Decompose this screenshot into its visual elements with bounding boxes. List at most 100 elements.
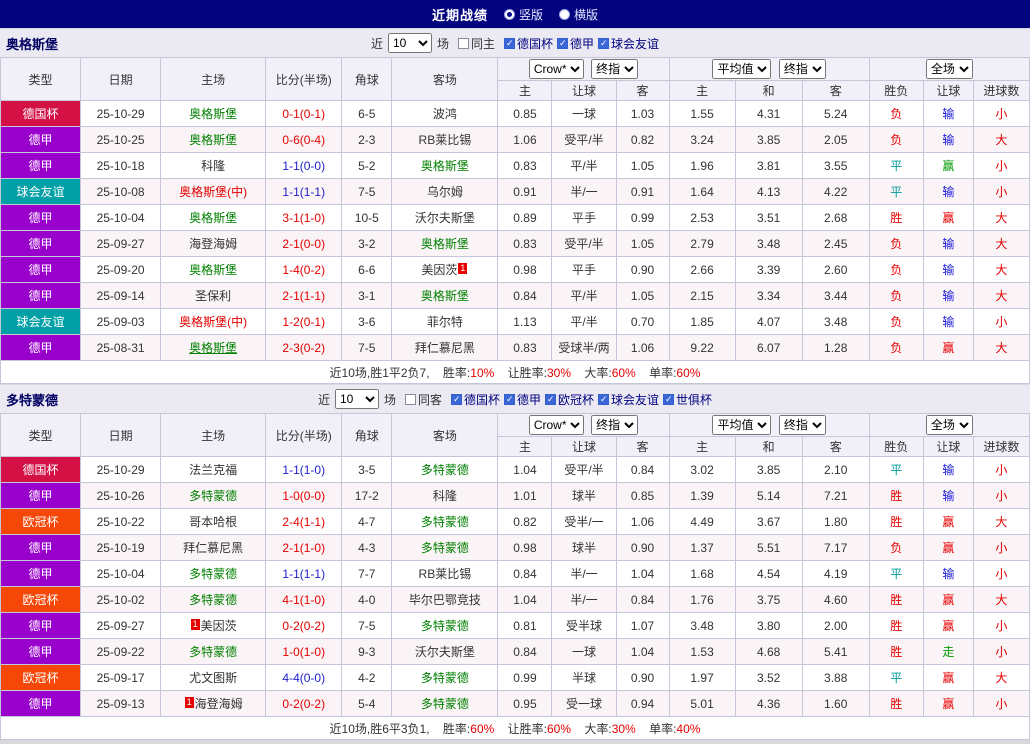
away-team[interactable]: 奥格斯堡 xyxy=(421,237,469,251)
odds-company-select[interactable]: Crow* xyxy=(528,415,584,435)
away-team[interactable]: 奥格斯堡 xyxy=(421,159,469,173)
match-score-link[interactable]: 2-4(1-1) xyxy=(265,508,343,535)
match-score-link[interactable]: 4-4(0-0) xyxy=(265,664,343,691)
league-checkbox-checked[interactable] xyxy=(545,393,557,405)
match-score-link[interactable]: 2-1(1-1) xyxy=(265,282,343,309)
match-score-link[interactable]: 1-0(0-0) xyxy=(265,482,343,509)
league-checkbox-checked[interactable] xyxy=(504,393,515,405)
radio-selected-icon[interactable] xyxy=(503,8,515,20)
match-score-link[interactable]: 1-1(1-0) xyxy=(265,456,343,483)
league-filter[interactable]: 德甲 xyxy=(504,391,541,408)
layout-option-horizontal[interactable]: 横版 xyxy=(559,6,598,23)
match-score-link[interactable]: 0-6(0-4) xyxy=(265,126,343,153)
away-team[interactable]: 波鸿 xyxy=(433,107,457,121)
layout-option-vertical[interactable]: 竖版 xyxy=(503,6,543,23)
league-filter[interactable]: 德国杯 xyxy=(504,35,553,52)
same-venue-checkbox[interactable] xyxy=(404,393,416,405)
away-team[interactable]: 多特蒙德 xyxy=(421,463,469,477)
league-checkbox-checked[interactable] xyxy=(663,393,675,405)
same-venue-filter[interactable]: 同主 xyxy=(457,35,495,52)
league-checkbox-checked[interactable] xyxy=(504,37,515,49)
league-checkbox-checked[interactable] xyxy=(598,37,610,49)
home-team[interactable]: 多特蒙德 xyxy=(189,593,237,607)
league-checkbox-checked[interactable] xyxy=(557,37,569,49)
col-header-away: 客场 xyxy=(391,57,499,101)
home-team[interactable]: 奥格斯堡(中) xyxy=(179,315,247,329)
league-filter[interactable]: 世俱杯 xyxy=(663,391,712,408)
home-team[interactable]: 美因茨 xyxy=(201,619,237,633)
home-team[interactable]: 奥格斯堡 xyxy=(189,107,237,121)
scope-select[interactable]: 全场 xyxy=(925,59,973,79)
horizontal-scrollbar[interactable] xyxy=(0,740,1030,744)
home-team[interactable]: 多特蒙德 xyxy=(189,489,237,503)
home-team[interactable]: 奥格斯堡 xyxy=(189,263,237,277)
same-venue-filter[interactable]: 同客 xyxy=(404,391,442,408)
euro-average-select[interactable]: 平均值 xyxy=(712,59,772,79)
away-team[interactable]: 美因茨 xyxy=(421,263,457,277)
match-score-link[interactable]: 0-2(0-2) xyxy=(265,690,343,717)
euro-average-select[interactable]: 平均值 xyxy=(712,415,772,435)
match-score-link[interactable]: 1-1(1-1) xyxy=(265,178,343,205)
away-team[interactable]: 奥格斯堡 xyxy=(421,289,469,303)
away-team[interactable]: 多特蒙德 xyxy=(421,515,469,529)
league-filter[interactable]: 德甲 xyxy=(557,35,594,52)
ah-away-odds: 1.05 xyxy=(615,230,670,257)
league-filter[interactable]: 球会友谊 xyxy=(598,391,659,408)
away-team[interactable]: 多特蒙德 xyxy=(421,619,469,633)
match-score-link[interactable]: 1-0(1-0) xyxy=(265,638,343,665)
scope-select[interactable]: 全场 xyxy=(925,415,973,435)
league-filter[interactable]: 欧冠杯 xyxy=(545,391,594,408)
radio-unselected-icon[interactable] xyxy=(559,8,570,20)
home-team[interactable]: 海登海姆 xyxy=(189,237,237,251)
home-team[interactable]: 尤文图斯 xyxy=(189,671,237,685)
away-team[interactable]: 毕尔巴鄂竞技 xyxy=(409,593,481,607)
euro-final-index-select[interactable]: 终指 xyxy=(778,415,826,435)
home-team[interactable]: 圣保利 xyxy=(195,289,231,303)
away-team[interactable]: RB莱比锡 xyxy=(419,567,472,581)
match-score-link[interactable]: 4-1(1-0) xyxy=(265,586,343,613)
match-count-select[interactable]: 10 xyxy=(387,33,432,53)
away-team[interactable]: 多特蒙德 xyxy=(421,697,469,711)
same-venue-checkbox[interactable] xyxy=(457,37,469,49)
match-score-link[interactable]: 1-1(0-0) xyxy=(265,152,343,179)
odds-company-select[interactable]: Crow* xyxy=(528,59,584,79)
match-score-link[interactable]: 0-2(0-2) xyxy=(265,612,343,639)
match-score-link[interactable]: 2-3(0-2) xyxy=(265,334,343,361)
away-team[interactable]: 科隆 xyxy=(433,489,457,503)
home-team[interactable]: 拜仁慕尼黑 xyxy=(183,541,243,555)
asian-final-index-select[interactable]: 终指 xyxy=(591,415,639,435)
goals-result: 小 xyxy=(972,308,1030,335)
away-team[interactable]: 菲尔特 xyxy=(427,315,463,329)
away-team[interactable]: 多特蒙德 xyxy=(421,541,469,555)
match-score-link[interactable]: 3-1(1-0) xyxy=(265,204,343,231)
away-team[interactable]: 乌尔姆 xyxy=(427,185,463,199)
home-team[interactable]: 多特蒙德 xyxy=(189,645,237,659)
match-score-link[interactable]: 2-1(0-0) xyxy=(265,230,343,257)
home-team[interactable]: 奥格斯堡 xyxy=(189,341,237,355)
match-score-link[interactable]: 1-1(1-1) xyxy=(265,560,343,587)
away-team[interactable]: 多特蒙德 xyxy=(421,671,469,685)
match-score-link[interactable]: 1-4(0-2) xyxy=(265,256,343,283)
match-score-link[interactable]: 2-1(1-0) xyxy=(265,534,343,561)
home-team[interactable]: 奥格斯堡 xyxy=(189,211,237,225)
league-checkbox-checked[interactable] xyxy=(450,393,462,405)
home-team[interactable]: 哥本哈根 xyxy=(189,515,237,529)
match-score-link[interactable]: 1-2(0-1) xyxy=(265,308,343,335)
home-team[interactable]: 海登海姆 xyxy=(195,697,243,711)
home-team[interactable]: 科隆 xyxy=(201,159,225,173)
home-team[interactable]: 多特蒙德 xyxy=(189,567,237,581)
league-checkbox-checked[interactable] xyxy=(598,393,610,405)
away-team[interactable]: RB莱比锡 xyxy=(419,133,472,147)
match-score-link[interactable]: 0-1(0-1) xyxy=(265,100,343,127)
away-team[interactable]: 沃尔夫斯堡 xyxy=(415,211,475,225)
asian-final-index-select[interactable]: 终指 xyxy=(591,59,639,79)
match-count-select[interactable]: 10 xyxy=(334,389,379,409)
home-team[interactable]: 法兰克福 xyxy=(189,463,237,477)
home-team[interactable]: 奥格斯堡(中) xyxy=(179,185,247,199)
league-filter[interactable]: 德国杯 xyxy=(450,391,500,408)
home-team[interactable]: 奥格斯堡 xyxy=(189,133,237,147)
away-team[interactable]: 沃尔夫斯堡 xyxy=(415,645,475,659)
league-filter[interactable]: 球会友谊 xyxy=(598,35,659,52)
away-team[interactable]: 拜仁慕尼黑 xyxy=(415,341,475,355)
euro-final-index-select[interactable]: 终指 xyxy=(778,59,826,79)
